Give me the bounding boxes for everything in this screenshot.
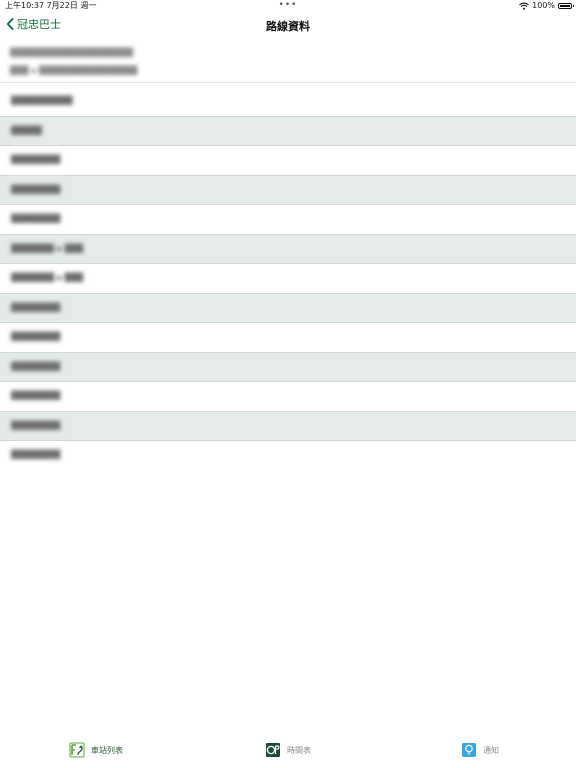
stop-name: ████████ (11, 184, 61, 194)
screen: 上午10:37 7月22日 週一 ••• 100% 冠忠巴士 路線資料 ████… (0, 0, 576, 768)
route-header: ████████████████████ ███ ▪ █████████████… (0, 44, 576, 83)
stop-row[interactable]: ████████ (0, 205, 576, 235)
stop-name: ████████ (11, 420, 61, 430)
timetable-icon (266, 743, 280, 757)
battery-icon (558, 3, 574, 9)
status-right: 100% (519, 0, 574, 12)
stop-name: ████████ (11, 214, 61, 223)
tab-label: 車站列表 (91, 745, 123, 755)
battery-percent: 100% (532, 1, 555, 10)
chevron-left-icon (6, 18, 14, 30)
status-time-date: 上午10:37 7月22日 週一 (5, 1, 97, 10)
stop-name: █████ (11, 125, 42, 135)
stop-row[interactable]: █████ (0, 116, 576, 146)
stop-row[interactable]: ███████ ▪ ███ (0, 234, 576, 264)
stop-row[interactable]: ████████ (0, 352, 576, 382)
stop-name: ████████ (11, 361, 61, 371)
stop-row[interactable]: ████████ (0, 293, 576, 323)
stop-name: ████████ (11, 155, 61, 164)
stop-row[interactable]: ████████ (0, 382, 576, 412)
stop-name: ████████ (11, 450, 61, 459)
stop-row[interactable]: ██████████ (0, 87, 576, 117)
stop-name: ███████ ▪ ███ (11, 243, 84, 253)
route-name: ████████████████████ (10, 48, 134, 57)
stop-row[interactable]: ████████ (0, 411, 576, 441)
stop-name: ████████ (11, 391, 61, 400)
stop-name: ████████ (11, 302, 61, 312)
stop-name: ███████ ▪ ███ (11, 273, 84, 282)
stop-list: ██████████ █████ ████████ ████████ █████… (0, 87, 576, 471)
stop-name: ██████████ (11, 96, 73, 105)
navigation-bar: 冠忠巴士 路線資料 (0, 12, 576, 40)
notification-bulb-icon (462, 743, 476, 757)
tab-label: 通知 (483, 745, 499, 755)
wifi-icon (519, 2, 530, 10)
stop-row[interactable]: ████████ (0, 146, 576, 176)
status-bar: 上午10:37 7月22日 週一 ••• 100% (0, 0, 576, 12)
stop-row[interactable]: ████████ (0, 441, 576, 471)
back-button[interactable]: 冠忠巴士 (6, 16, 61, 32)
stop-row[interactable]: ████████ (0, 323, 576, 353)
multitasking-dots[interactable]: ••• (279, 0, 298, 11)
stop-row[interactable]: ████████ (0, 175, 576, 205)
tab-notifications[interactable]: 通知 (384, 736, 576, 768)
back-button-label: 冠忠巴士 (17, 18, 61, 31)
route-details: ███ ▪ ████████████████ (10, 66, 138, 75)
tab-timetable[interactable]: 時間表 (192, 736, 384, 768)
tab-station-list[interactable]: 車站列表 (0, 736, 192, 768)
page-title: 路線資料 (266, 20, 310, 33)
stop-row[interactable]: ███████ ▪ ███ (0, 264, 576, 294)
stop-name: ████████ (11, 332, 61, 341)
station-list-icon (69, 742, 85, 758)
tab-bar: 車站列表 時間表 通知 (0, 736, 576, 768)
tab-label: 時間表 (287, 745, 311, 755)
